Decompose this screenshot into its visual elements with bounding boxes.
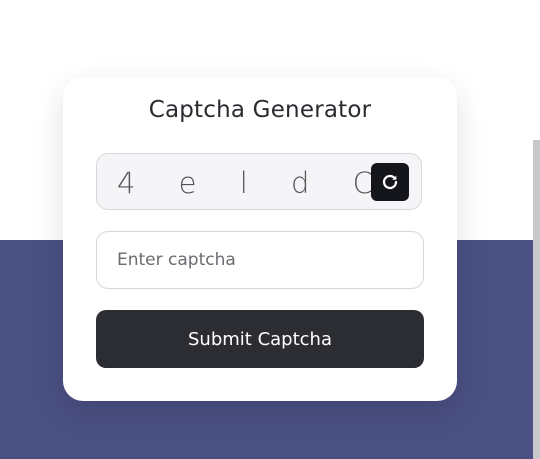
page: Captcha Generator 4 e l d C Submit Captc… <box>0 0 540 459</box>
captcha-input[interactable] <box>96 231 424 289</box>
captcha-code: 4 e l d C <box>117 166 390 200</box>
captcha-display: 4 e l d C <box>96 153 422 210</box>
captcha-card: Captcha Generator 4 e l d C Submit Captc… <box>63 77 457 401</box>
refresh-icon <box>382 174 398 190</box>
refresh-button[interactable] <box>371 163 409 201</box>
submit-captcha-button[interactable]: Submit Captcha <box>96 310 424 368</box>
card-title: Captcha Generator <box>148 97 372 123</box>
scrollbar[interactable] <box>533 140 540 459</box>
